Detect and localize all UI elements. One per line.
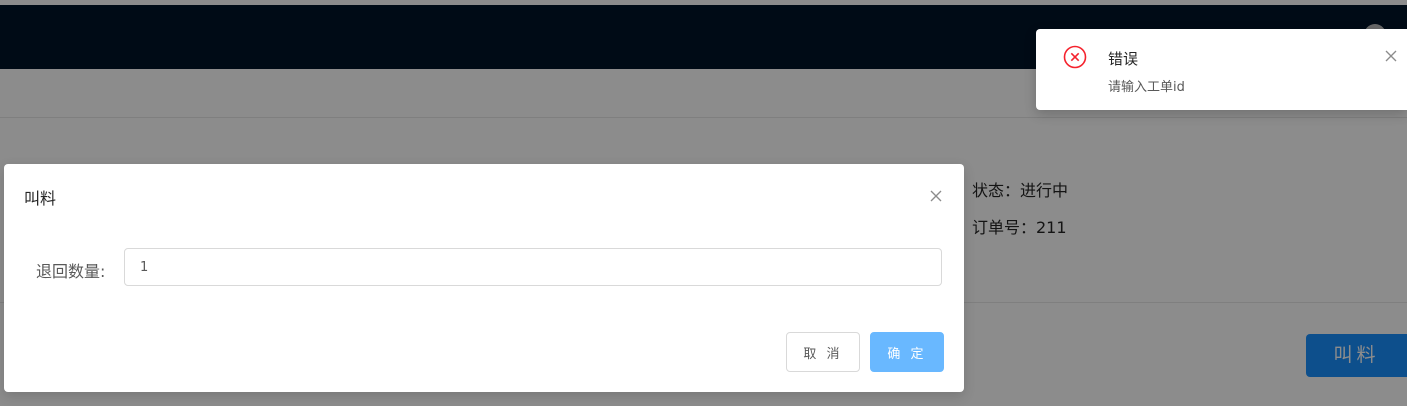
- close-circle-icon: [1063, 45, 1087, 69]
- call-material-modal: 叫料 退回数量: 取 消 确 定: [4, 164, 964, 392]
- modal-title: 叫料: [24, 189, 57, 208]
- cancel-button[interactable]: 取 消: [786, 332, 860, 372]
- return-quantity-label: 退回数量:: [36, 262, 106, 281]
- return-quantity-input[interactable]: [124, 248, 942, 286]
- error-notification: 错误 请输入工单id: [1036, 29, 1407, 110]
- notification-title: 错误: [1108, 50, 1139, 68]
- close-icon[interactable]: [1384, 49, 1398, 63]
- close-icon[interactable]: [928, 188, 944, 204]
- notification-description: 请输入工单id: [1108, 80, 1185, 95]
- confirm-button[interactable]: 确 定: [870, 332, 944, 372]
